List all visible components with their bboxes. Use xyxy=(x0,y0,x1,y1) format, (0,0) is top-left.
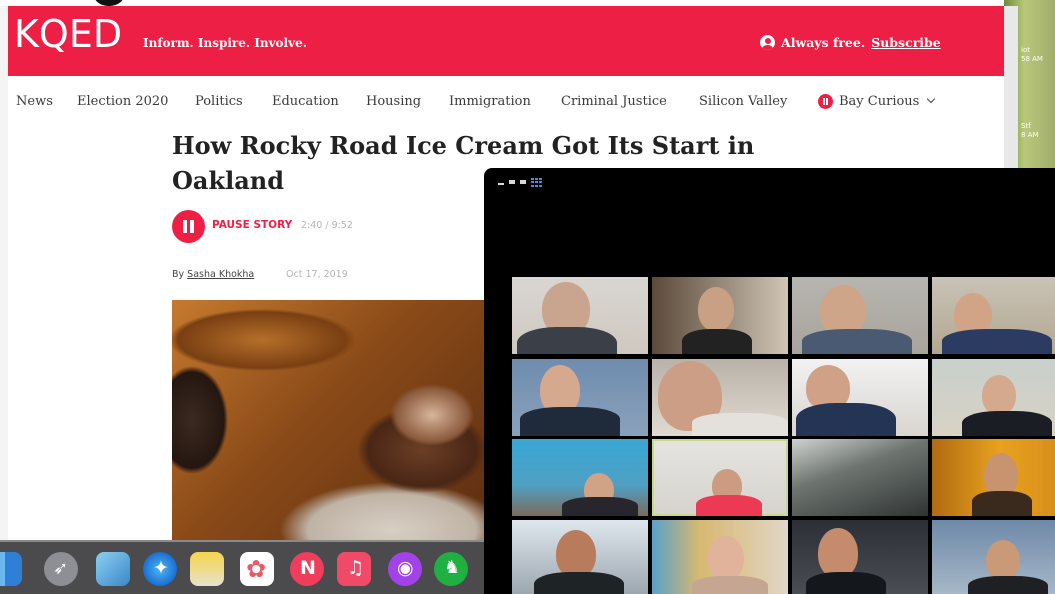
byline-prefix: By xyxy=(172,269,185,280)
nav-item-silicon-valley[interactable]: Silicon Valley xyxy=(699,94,787,109)
participant-video-tile[interactable] xyxy=(512,520,648,594)
author-link[interactable]: Sasha Khokha xyxy=(187,269,254,280)
nav-item-election-2020[interactable]: Election 2020 xyxy=(77,94,168,109)
browser-scrollbar[interactable] xyxy=(1004,6,1018,170)
preview-icon[interactable] xyxy=(96,552,130,586)
participant-video-tile[interactable] xyxy=(652,520,788,594)
textedit-icon[interactable] xyxy=(190,552,224,586)
nav-item-education[interactable]: Education xyxy=(272,94,339,109)
participant-video-tile[interactable] xyxy=(652,359,788,436)
participant-video-tile[interactable] xyxy=(792,277,928,354)
byline: By Sasha Khokha xyxy=(172,269,254,280)
subscribe-link[interactable]: Subscribe xyxy=(871,35,941,50)
photos-icon[interactable]: ✿ xyxy=(240,552,274,586)
nav-item-news[interactable]: News xyxy=(16,94,53,109)
article-date: Oct 17, 2019 xyxy=(286,269,348,280)
evernote-icon[interactable]: ♞ xyxy=(434,552,468,586)
nav-item-housing[interactable]: Housing xyxy=(366,94,421,109)
chevron-down-icon[interactable] xyxy=(926,94,936,104)
article-hero-image xyxy=(172,300,484,546)
music-icon[interactable]: ♫ xyxy=(337,552,371,586)
nav-item-criminal-justice[interactable]: Criminal Justice xyxy=(561,94,667,109)
participant-video-tile[interactable] xyxy=(932,359,1055,436)
participant-video-tile[interactable] xyxy=(512,277,648,354)
participant-video-tile[interactable] xyxy=(512,439,648,516)
kqed-logo[interactable]: KQED xyxy=(14,12,122,56)
window-icon[interactable] xyxy=(509,180,515,184)
main-nav: News Election 2020 Politics Education Ho… xyxy=(8,76,1004,126)
list-view-icon[interactable] xyxy=(520,180,526,184)
launchpad-icon[interactable]: ➶ xyxy=(44,552,78,586)
participant-video-tile[interactable] xyxy=(792,359,928,436)
nav-item-bay-curious[interactable]: Bay Curious xyxy=(839,94,919,109)
participant-video-tile[interactable] xyxy=(652,277,788,354)
nav-item-politics[interactable]: Politics xyxy=(195,94,243,109)
background-window-text: iot 58 AM xyxy=(1021,46,1043,63)
safari-icon[interactable]: ✦ xyxy=(143,552,177,586)
user-icon xyxy=(760,35,775,50)
finder-icon[interactable] xyxy=(0,552,22,586)
always-free-text: Always free. xyxy=(781,35,866,50)
subscribe-area[interactable]: Always free. Subscribe xyxy=(760,35,941,50)
view-toolbar xyxy=(498,176,542,188)
nav-item-immigration[interactable]: Immigration xyxy=(449,94,531,109)
dock-shelf xyxy=(0,540,484,542)
participant-video-tile[interactable] xyxy=(932,439,1055,516)
participant-video-tile[interactable] xyxy=(512,359,648,436)
audio-time: 2:40 / 9:52 xyxy=(301,220,353,231)
bay-curious-icon xyxy=(818,94,833,109)
pause-story-label[interactable]: PAUSE STORY xyxy=(212,219,292,231)
gallery-view-icon[interactable] xyxy=(531,177,542,187)
participant-video-tile-active-speaker[interactable] xyxy=(652,439,788,516)
video-call-window[interactable] xyxy=(484,168,1055,594)
news-icon[interactable]: N xyxy=(290,552,324,586)
minimize-icon[interactable] xyxy=(498,182,504,185)
participant-video-tile[interactable] xyxy=(792,439,928,516)
participant-video-tile[interactable] xyxy=(932,520,1055,594)
pause-button[interactable] xyxy=(172,210,205,243)
participant-video-tile[interactable] xyxy=(932,277,1055,354)
site-tagline: Inform. Inspire. Involve. xyxy=(143,36,307,50)
podcasts-icon[interactable]: ◉ xyxy=(388,552,422,586)
participant-video-tile[interactable] xyxy=(792,520,928,594)
background-window-text: Stf 8 AM xyxy=(1021,122,1039,139)
site-header: KQED Inform. Inspire. Involve. Always fr… xyxy=(8,6,1004,76)
